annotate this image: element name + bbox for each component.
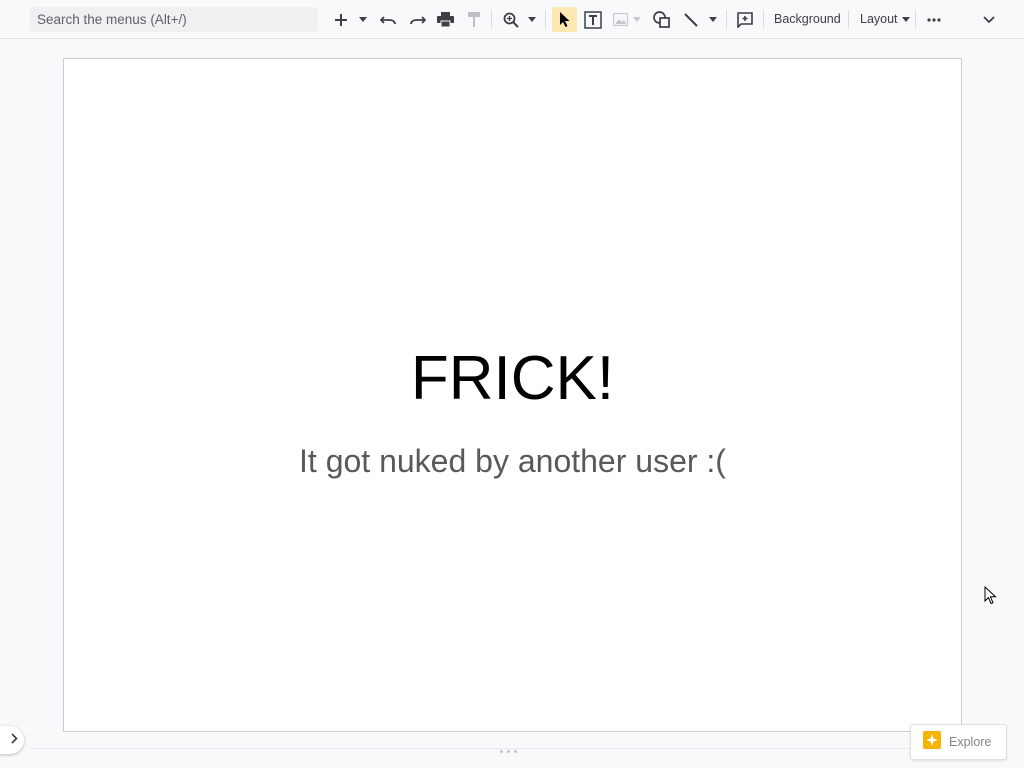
zoom-button[interactable] [500,7,522,32]
undo-button[interactable] [378,7,400,32]
toolbar-divider [763,10,764,29]
layout-label: Layout [860,12,898,26]
shapes-button[interactable] [650,7,672,32]
mouse-pointer-icon [984,585,997,610]
select-tool-button[interactable] [552,7,577,32]
print-icon [436,12,454,27]
collapse-toolbar-button[interactable] [978,7,1000,32]
layout-button[interactable]: Layout [860,7,911,32]
image-dropdown[interactable] [631,7,643,32]
dropdown-arrow-icon [709,17,717,22]
dropdown-arrow-icon [528,17,536,22]
zoom-dropdown[interactable] [525,7,539,32]
add-comment-button[interactable] [734,7,756,32]
new-slide-dropdown[interactable] [356,7,370,32]
slide-title[interactable]: FRICK! [64,345,961,413]
text-box-icon [584,10,602,29]
explore-label: Explore [949,735,992,749]
slide[interactable]: FRICK! It got nuked by another user :( [63,58,962,732]
zoom-icon [503,12,519,28]
new-slide-button[interactable] [330,7,352,32]
text-box-button[interactable] [582,7,604,32]
slide-subtitle[interactable]: It got nuked by another user :( [64,441,961,481]
more-options-button[interactable] [923,7,945,32]
paint-format-icon [467,12,481,27]
bottom-divider [30,748,910,749]
dropdown-arrow-icon [633,17,641,22]
dropdown-arrow-icon [359,17,367,22]
toolbar-divider [726,10,727,29]
redo-button[interactable] [406,7,428,32]
comment-icon [737,11,753,28]
select-cursor-icon [559,11,571,28]
print-button[interactable] [434,7,456,32]
explore-button[interactable]: Explore [910,724,1007,760]
paint-format-button[interactable] [463,7,485,32]
chevron-right-icon [11,731,18,749]
insert-image-button[interactable] [610,7,630,32]
speaker-notes-resize-handle[interactable] [500,750,517,753]
line-dropdown[interactable] [706,7,720,32]
toolbar-divider [915,10,916,29]
search-menus-input[interactable]: Search the menus (Alt+/) [30,7,318,32]
toolbar-divider [848,10,849,29]
line-tool-button[interactable] [680,7,702,32]
dropdown-arrow-icon [902,17,911,23]
explore-icon [923,730,941,754]
toolbar-divider [545,10,546,29]
toolbar: Search the menus (Alt+/) Background Layo… [0,0,1024,39]
image-icon [612,13,628,26]
redo-icon [408,14,426,26]
more-options-icon [927,17,941,22]
background-button[interactable]: Background [774,7,841,32]
undo-icon [380,14,398,26]
line-icon [683,12,699,28]
shapes-icon [652,11,670,28]
toolbar-divider [491,10,492,29]
collapse-chevron-icon [983,15,995,24]
plus-icon [334,13,348,27]
